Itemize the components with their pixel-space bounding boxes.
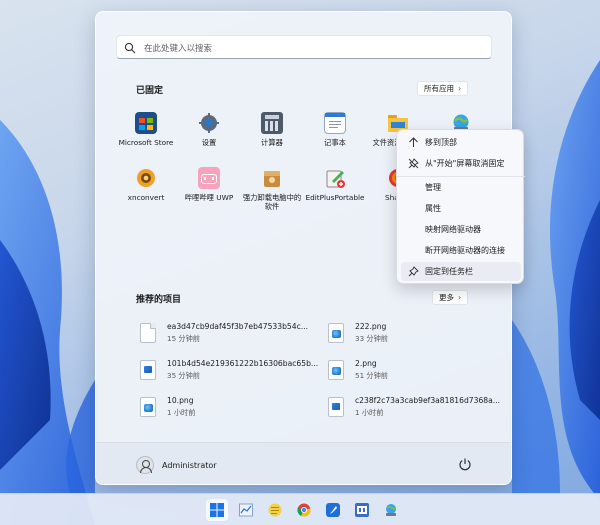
notes-app-icon: [268, 503, 282, 517]
image-file-icon: [328, 397, 344, 417]
pinned-app-editplus[interactable]: EditPlusPortable: [304, 167, 366, 202]
pinned-app-calculator[interactable]: 计算器: [241, 112, 303, 147]
file-name: ea3d47cb9daf45f3b7eb47533b54c...: [167, 322, 308, 331]
file-time: 51 分钟前: [355, 371, 388, 380]
taskbar-chrome[interactable]: [293, 499, 315, 521]
xnconvert-icon: [135, 167, 157, 189]
recommended-item[interactable]: 10.png 1 小时前: [140, 395, 320, 423]
file-time: 15 分钟前: [167, 334, 200, 343]
pinned-app-settings[interactable]: 设置: [178, 112, 240, 147]
all-apps-label: 所有应用: [424, 84, 454, 93]
recommended-item[interactable]: 222.png 33 分钟前: [328, 321, 508, 349]
start-windows-icon: [210, 503, 224, 517]
taskbar-network-drive[interactable]: [380, 499, 402, 521]
app-label: 计算器: [261, 138, 283, 147]
pinned-app-notepad[interactable]: 记事本: [304, 112, 366, 147]
notepad-icon: [324, 112, 346, 134]
file-name: 222.png: [355, 322, 387, 331]
feather-app-icon: [326, 503, 340, 517]
context-item-label: 属性: [425, 204, 441, 213]
editplus-icon: [324, 167, 346, 189]
png-file-icon: [328, 360, 344, 380]
chevron-right-icon: ›: [458, 84, 462, 93]
search-placeholder: 在此处键入以搜索: [144, 44, 213, 54]
more-label: 更多: [439, 293, 454, 302]
bilibili-icon: [198, 167, 220, 189]
more-button[interactable]: 更多 ›: [432, 290, 469, 305]
context-item-label: 映射网络驱动器: [425, 225, 481, 234]
app-label: 哔哩哔哩 UWP: [184, 193, 234, 202]
power-icon[interactable]: [458, 457, 472, 471]
all-apps-button[interactable]: 所有应用 ›: [417, 81, 469, 96]
pinned-title: 已固定: [136, 86, 164, 96]
search-icon: [124, 42, 136, 54]
settings-gear-icon: [198, 112, 220, 134]
blank-file-icon: [140, 323, 156, 343]
microsoft-store-icon: [135, 112, 157, 134]
context-menu: 移到顶部 从"开始"屏幕取消固定 管理 属性 映射网络驱动器 断开网络驱动器的连…: [396, 129, 525, 284]
context-item-map-network-drive[interactable]: 映射网络驱动器: [401, 220, 521, 239]
context-item-move-to-top[interactable]: 移到顶部: [401, 133, 521, 152]
taskbar: [0, 493, 600, 525]
context-item-label: 管理: [425, 183, 441, 192]
app-label: 记事本: [324, 138, 346, 147]
recommended-item[interactable]: ea3d47cb9daf45f3b7eb47533b54c... 15 分钟前: [140, 321, 320, 349]
pinned-app-microsoft-store[interactable]: Microsoft Store: [115, 112, 177, 147]
pin-icon: [408, 266, 419, 277]
context-item-label: 移到顶部: [425, 138, 457, 147]
sharex-s3-icon: [355, 503, 369, 517]
arrow-up-icon: [409, 137, 418, 147]
uninstaller-icon: [261, 167, 283, 189]
app-label: xnconvert: [127, 193, 165, 202]
file-name: 10.png: [167, 396, 194, 405]
taskbar-feather-app[interactable]: [322, 499, 344, 521]
file-time: 1 小时前: [355, 408, 384, 417]
start-footer: Administrator: [96, 442, 511, 484]
user-avatar-icon: [136, 456, 154, 474]
context-item-label: 断开网络驱动器的连接: [425, 246, 505, 255]
user-account-button[interactable]: Administrator: [136, 456, 217, 474]
app-label: EditPlusPortable: [305, 193, 365, 202]
file-time: 33 分钟前: [355, 334, 388, 343]
file-name: 2.png: [355, 359, 377, 368]
recommended-item[interactable]: 2.png 51 分钟前: [328, 358, 508, 386]
context-item-label: 从"开始"屏幕取消固定: [425, 159, 505, 168]
file-time: 1 小时前: [167, 408, 196, 417]
pinned-app-uninstaller[interactable]: 强力卸载电脑中的软件: [241, 167, 303, 211]
file-name: c238f2c73a3cab9ef3a81816d7368a...: [355, 396, 501, 405]
taskbar-notes-app[interactable]: [264, 499, 286, 521]
file-time: 35 分钟前: [167, 371, 200, 380]
app-label: Microsoft Store: [118, 138, 174, 147]
image-file-icon: [140, 360, 156, 380]
taskbar-sharex-s3[interactable]: [351, 499, 373, 521]
chart-app-icon: [239, 503, 253, 517]
png-file-icon: [140, 397, 156, 417]
unpin-icon: [408, 158, 419, 169]
network-drive-icon: [386, 504, 396, 516]
taskbar-start-button[interactable]: [206, 499, 228, 521]
recommended-title: 推荐的项目: [136, 295, 182, 305]
file-name: 101b4d54e219361222b16306bac65b...: [167, 359, 319, 368]
context-item-disconnect-network-drive[interactable]: 断开网络驱动器的连接: [401, 241, 521, 260]
search-box[interactable]: 在此处键入以搜索: [116, 35, 492, 59]
chrome-icon: [297, 503, 311, 517]
recommended-item[interactable]: c238f2c73a3cab9ef3a81816d7368a... 1 小时前: [328, 395, 508, 423]
context-item-pin-to-taskbar[interactable]: 固定到任务栏: [401, 262, 521, 281]
app-label: 设置: [201, 138, 217, 147]
chevron-right-icon: ›: [458, 293, 462, 302]
recommended-item[interactable]: 101b4d54e219361222b16306bac65b... 35 分钟前: [140, 358, 320, 386]
pinned-app-xnconvert[interactable]: xnconvert: [115, 167, 177, 202]
calculator-icon: [261, 112, 283, 134]
user-name: Administrator: [162, 460, 217, 470]
taskbar-chart-app[interactable]: [235, 499, 257, 521]
app-label: 强力卸载电脑中的软件: [242, 193, 302, 211]
context-item-properties[interactable]: 属性: [401, 199, 521, 218]
pinned-app-bilibili[interactable]: 哔哩哔哩 UWP: [178, 167, 240, 202]
context-item-label: 固定到任务栏: [425, 267, 473, 276]
context-item-unpin-start[interactable]: 从"开始"屏幕取消固定: [401, 154, 521, 173]
context-item-manage[interactable]: 管理: [401, 178, 521, 197]
context-separator: [397, 176, 525, 177]
png-file-icon: [328, 323, 344, 343]
